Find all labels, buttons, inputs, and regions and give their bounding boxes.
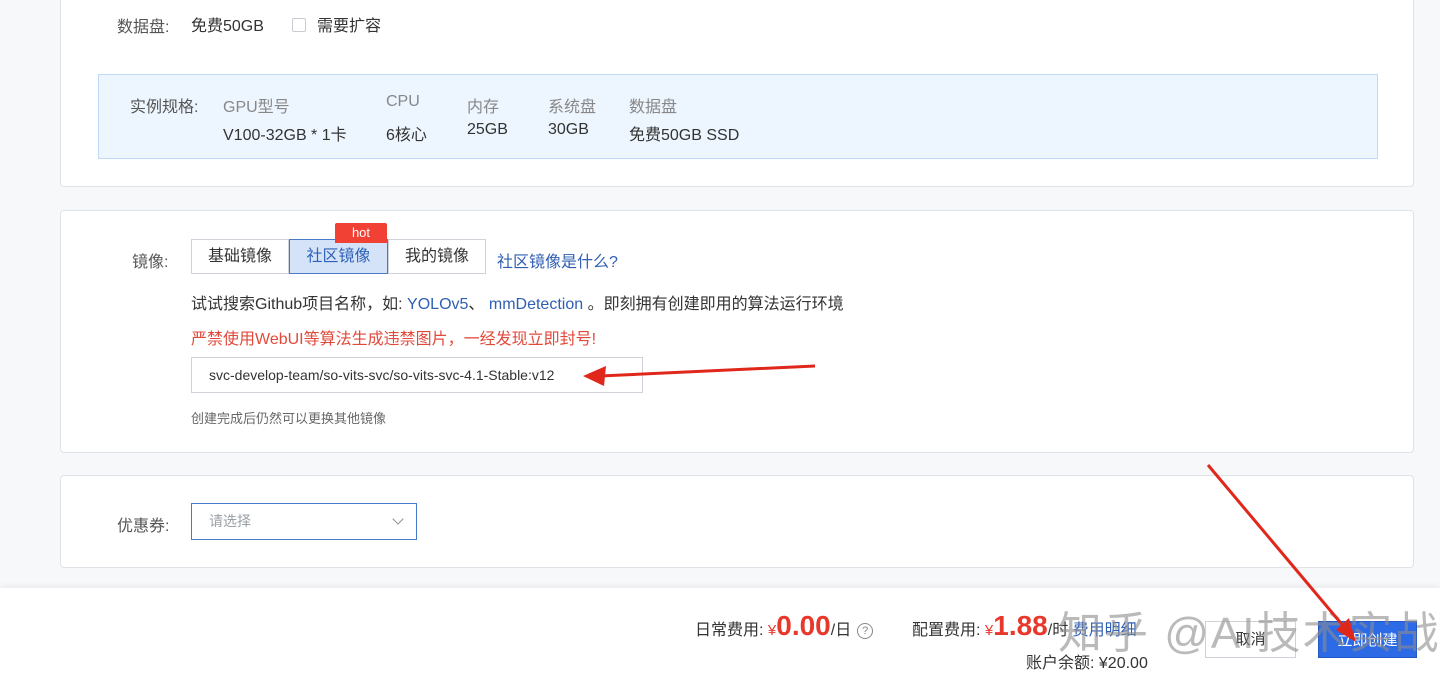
hot-badge: hot <box>335 223 387 243</box>
spec-panel: 实例规格: GPU型号 V100-32GB * 1卡 CPU 6核心 内存 25… <box>98 74 1378 159</box>
daily-fee-currency: ¥ <box>767 622 777 639</box>
spec-header-cpu: CPU <box>386 93 420 110</box>
warning-text: 严禁使用WebUI等算法生成违禁图片，一经发现立即封号! <box>191 331 597 348</box>
config-fee-currency: ¥ <box>984 622 994 639</box>
chevron-down-icon <box>392 513 404 525</box>
spec-value-system-disk: 30GB <box>548 121 589 138</box>
spec-value-memory: 25GB <box>467 121 508 138</box>
config-fee-value: 1.88 <box>993 610 1048 641</box>
coupon-placeholder: 请选择 <box>209 513 251 529</box>
instance-config-card: 数据盘: 免费50GB 需要扩容 实例规格: GPU型号 V100-32GB *… <box>60 0 1414 187</box>
help-icon[interactable]: ? <box>857 623 874 639</box>
expand-checkbox[interactable] <box>292 18 306 32</box>
spec-header-data-disk: 数据盘 <box>629 99 678 116</box>
hint-separator: 、 <box>468 296 485 313</box>
daily-fee-unit: /日 <box>830 622 852 639</box>
cancel-button[interactable]: 取消 <box>1205 621 1296 658</box>
spec-value-gpu: V100-32GB * 1卡 <box>223 127 347 144</box>
data-disk-label: 数据盘: <box>117 19 170 36</box>
data-disk-value: 免费50GB <box>191 18 264 35</box>
image-search-input[interactable]: svc-develop-team/so-vits-svc/so-vits-svc… <box>191 357 643 393</box>
account-balance: 账户余额: ¥20.00 <box>1026 649 1148 673</box>
daily-fee-value: 0.00 <box>776 610 831 641</box>
fee-detail-link[interactable]: 费用明细 <box>1073 622 1137 639</box>
config-fee: 配置费用: ¥1.88/时 费用明细 <box>912 610 1137 642</box>
spec-header-system-disk: 系统盘 <box>548 99 597 116</box>
spec-value-data-disk: 免费50GB SSD <box>629 127 740 144</box>
tab-community-image[interactable]: 社区镜像 <box>289 239 388 274</box>
image-card: 镜像: 基础镜像 社区镜像 我的镜像 hot 社区镜像是什么? 试试搜索Gith… <box>60 210 1414 453</box>
spec-header-memory: 内存 <box>467 99 500 116</box>
tab-my-image[interactable]: 我的镜像 <box>388 239 486 274</box>
community-image-help-link[interactable]: 社区镜像是什么? <box>497 248 618 272</box>
coupon-card: 优惠券: 请选择 <box>60 475 1414 568</box>
image-label: 镜像: <box>132 254 169 271</box>
image-note: 创建完成后仍然可以更换其他镜像 <box>191 411 387 426</box>
spec-label: 实例规格: <box>130 99 199 116</box>
create-now-button[interactable]: 立即创建 <box>1318 621 1417 658</box>
example-link-mmdetection[interactable]: mmDetection <box>489 296 583 313</box>
spec-value-cpu: 6核心 <box>386 127 427 144</box>
balance-label: 账户余额: <box>1026 655 1095 672</box>
search-hint-suffix: 。即刻拥有创建即用的算法运行环境 <box>587 296 844 313</box>
spec-header-gpu: GPU型号 <box>223 99 290 116</box>
tab-basic-image[interactable]: 基础镜像 <box>191 239 289 274</box>
coupon-select[interactable]: 请选择 <box>191 503 417 540</box>
coupon-label: 优惠券: <box>117 518 170 535</box>
daily-fee: 日常费用: ¥0.00/日? <box>695 610 874 642</box>
example-link-yolov5[interactable]: YOLOv5 <box>407 296 468 313</box>
search-hint-prefix: 试试搜索Github项目名称，如: <box>191 296 403 313</box>
balance-value: ¥20.00 <box>1098 655 1148 672</box>
footer-bar: 日常费用: ¥0.00/日? 配置费用: ¥1.88/时 费用明细 账户余额: … <box>0 588 1440 683</box>
expand-label[interactable]: 需要扩容 <box>317 12 381 36</box>
config-fee-unit: /时 <box>1047 622 1069 639</box>
config-fee-label: 配置费用: <box>912 622 981 639</box>
search-hint: 试试搜索Github项目名称，如: YOLOv5、 mmDetection 。即… <box>191 290 844 314</box>
daily-fee-label: 日常费用: <box>695 622 764 639</box>
